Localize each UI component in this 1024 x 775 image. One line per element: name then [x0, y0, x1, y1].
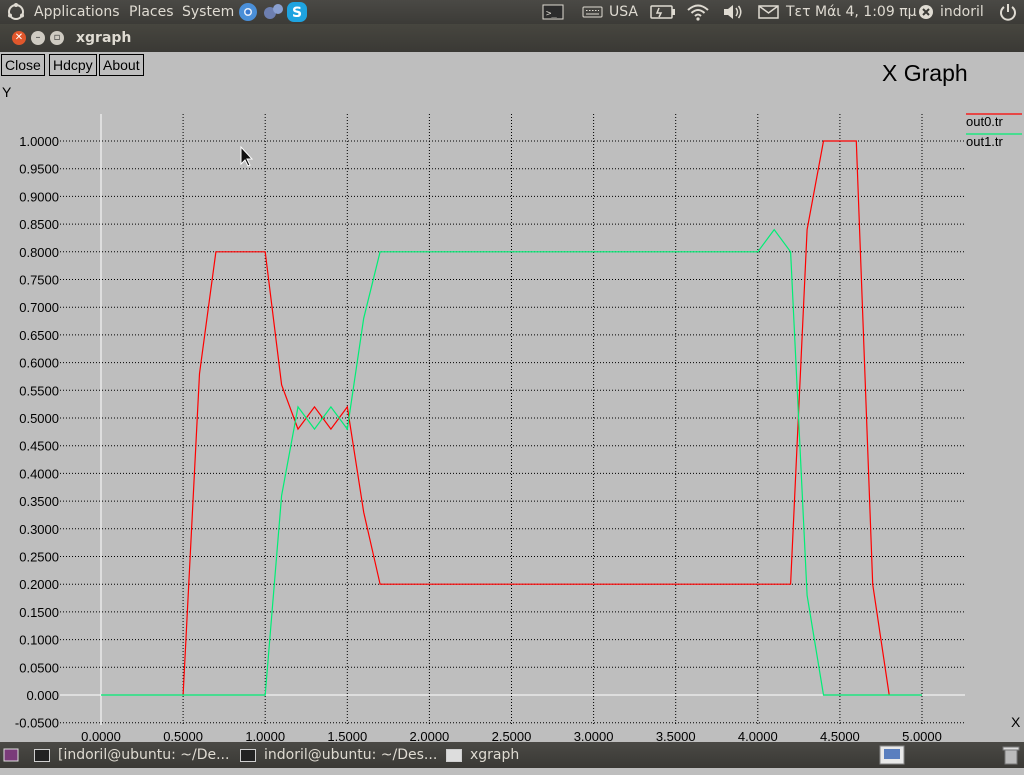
bottom-taskbar: [indoril@ubuntu: ~/De... indoril@ubuntu:… — [0, 742, 1024, 768]
taskbar-item-terminal-1[interactable]: [indoril@ubuntu: ~/De... — [34, 743, 230, 767]
y-tick-label: 0.8000 — [19, 245, 59, 260]
x-tick-label: 2.0000 — [410, 729, 450, 742]
svg-text:S: S — [292, 5, 302, 21]
volume-icon[interactable] — [721, 0, 745, 24]
x-tick-label: 4.0000 — [738, 729, 778, 742]
menu-places[interactable]: Places — [129, 0, 174, 24]
window-title: xgraph — [76, 30, 132, 46]
legend-label: out0.tr — [966, 114, 1004, 129]
chromium-icon[interactable] — [238, 0, 258, 24]
window-titlebar[interactable]: ✕ – ▫ xgraph — [0, 24, 1024, 52]
keyboard-icon[interactable] — [582, 0, 604, 24]
terminal-indicator-icon[interactable]: >_ — [542, 0, 564, 24]
y-tick-label: 0.1500 — [19, 605, 59, 620]
user-name[interactable]: indoril — [940, 0, 984, 24]
window-icon — [446, 748, 462, 762]
window-maximize-icon[interactable]: ▫ — [50, 31, 64, 45]
network-wifi-icon[interactable] — [686, 0, 710, 24]
x-tick-label: 5.0000 — [902, 729, 942, 742]
y-tick-label: 0.3000 — [19, 522, 59, 537]
y-tick-label: 0.5000 — [19, 411, 59, 426]
x-tick-label: 3.5000 — [656, 729, 696, 742]
mouse-pointer-icon — [240, 145, 254, 167]
taskbar-item-label: indoril@ubuntu: ~/Des... — [264, 747, 438, 763]
legend-label: out1.tr — [966, 134, 1004, 149]
window-close-icon[interactable]: ✕ — [12, 31, 26, 45]
y-tick-label: 0.5500 — [19, 383, 59, 398]
skype-icon[interactable]: S — [286, 0, 308, 24]
x-tick-label: 1.5000 — [327, 729, 367, 742]
y-tick-label: 0.9500 — [19, 162, 59, 177]
y-tick-label: 0.3500 — [19, 494, 59, 509]
x-tick-label: 0.0000 — [81, 729, 121, 742]
taskbar-item-label: [indoril@ubuntu: ~/De... — [58, 747, 230, 763]
x-tick-label: 4.5000 — [820, 729, 860, 742]
y-tick-label: 1.0000 — [19, 134, 59, 149]
y-tick-label: -0.0500 — [15, 716, 59, 731]
xgraph-window-body: Close Hdcpy About X Graph Y X 0.0000 0.50… — [0, 52, 1024, 742]
y-tick-label: 0.000 — [26, 688, 59, 703]
battery-icon[interactable] — [650, 0, 676, 24]
y-tick-label: 0.8500 — [19, 217, 59, 232]
y-tick-label: 0.4000 — [19, 466, 59, 481]
x-tick-label: 3.0000 — [574, 729, 614, 742]
power-icon[interactable] — [998, 0, 1018, 24]
x-tick-label: 2.5000 — [492, 729, 532, 742]
menu-applications[interactable]: Applications — [34, 0, 120, 24]
taskbar-item-terminal-2[interactable]: indoril@ubuntu: ~/Des... — [240, 743, 438, 767]
y-tick-label: 0.6000 — [19, 356, 59, 371]
x-tick-label: 1.0000 — [245, 729, 285, 742]
menu-system[interactable]: System — [182, 0, 234, 24]
terminal-icon — [34, 748, 50, 762]
ubuntu-logo-icon[interactable] — [6, 0, 26, 24]
y-tick-label: 0.2000 — [19, 577, 59, 592]
show-desktop-icon[interactable] — [2, 743, 20, 767]
mail-icon[interactable] — [758, 0, 780, 24]
taskbar-item-xgraph[interactable]: xgraph — [446, 743, 626, 767]
y-tick-label: 0.6500 — [19, 328, 59, 343]
y-tick-label: 0.0500 — [19, 660, 59, 675]
svg-text:>_: >_ — [546, 9, 557, 19]
y-tick-label: 0.4500 — [19, 439, 59, 454]
x-tick-label: 0.5000 — [163, 729, 203, 742]
user-status-icon[interactable] — [918, 0, 936, 24]
taskbar-item-label: xgraph — [470, 747, 520, 763]
y-tick-label: 0.9000 — [19, 189, 59, 204]
workspace-switcher-icon[interactable] — [878, 743, 906, 767]
clock[interactable]: Τετ Μάι 4, 1:09 πμ — [786, 0, 917, 24]
y-tick-label: 0.7000 — [19, 300, 59, 315]
plot-area[interactable]: 0.0000 0.5000 1.0000 1.5000 2.0000 2.5000 3.00… — [0, 52, 1024, 742]
y-tick-label: 0.2500 — [19, 550, 59, 565]
terminal-icon — [240, 748, 256, 762]
trash-icon[interactable] — [1000, 743, 1022, 767]
top-panel: Applications Places System S >_ USA Τετ … — [0, 0, 1024, 24]
y-tick-label: 0.7500 — [19, 273, 59, 288]
window-minimize-icon[interactable]: – — [31, 31, 45, 45]
pidgin-icon[interactable] — [262, 0, 284, 24]
y-tick-label: 0.1000 — [19, 633, 59, 648]
keyboard-layout-label[interactable]: USA — [609, 0, 638, 24]
